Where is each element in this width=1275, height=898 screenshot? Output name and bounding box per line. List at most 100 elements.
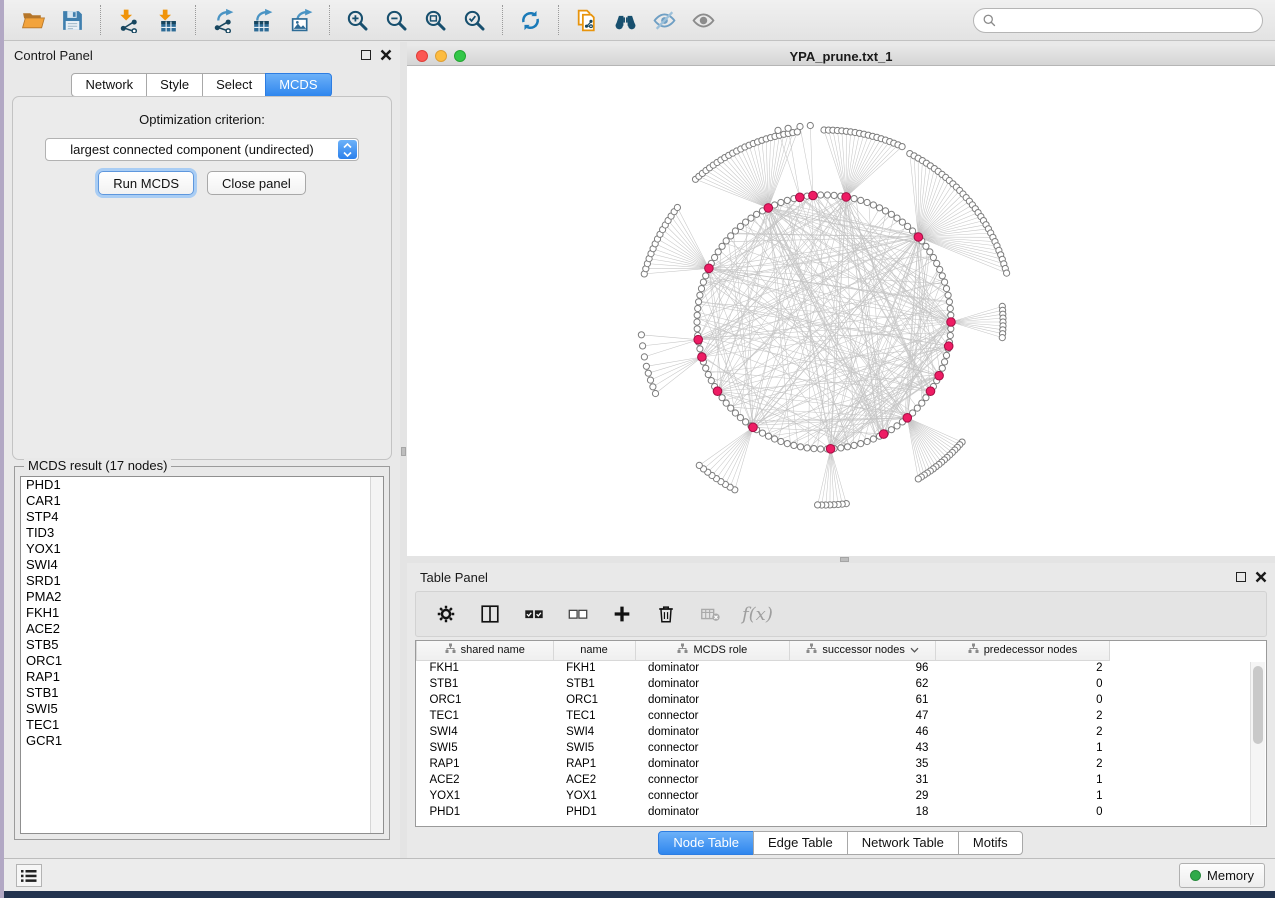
tab-select[interactable]: Select <box>202 73 266 97</box>
column-label: MCDS role <box>693 644 747 656</box>
copy-document-icon[interactable] <box>573 7 600 34</box>
table-cell: SWI4 <box>553 724 635 740</box>
table-cell: ORC1 <box>417 692 554 708</box>
column-header-predecessor-nodes[interactable]: predecessor nodes <box>935 641 1109 660</box>
table-row[interactable]: YOX1YOX1connector291 <box>417 788 1110 804</box>
close-panel-icon[interactable] <box>1255 571 1267 583</box>
list-item[interactable]: TEC1 <box>21 717 383 733</box>
table-cell: RAP1 <box>553 756 635 772</box>
list-item[interactable]: SRD1 <box>21 573 383 589</box>
add-column-icon[interactable] <box>610 602 634 626</box>
network-graph[interactable] <box>407 66 1275 556</box>
list-item[interactable]: STB5 <box>21 637 383 653</box>
list-item[interactable]: SWI4 <box>21 557 383 573</box>
list-item[interactable]: PMA2 <box>21 589 383 605</box>
table-cell: ORC1 <box>553 692 635 708</box>
column-settings-gear-icon[interactable] <box>434 602 458 626</box>
network-canvas[interactable] <box>407 66 1275 556</box>
close-panel-icon[interactable] <box>380 49 392 61</box>
control-panel-tabs: NetworkStyleSelectMCDS <box>4 73 400 97</box>
import-table-icon[interactable] <box>154 7 181 34</box>
tab-network-table[interactable]: Network Table <box>847 831 959 855</box>
task-history-button[interactable] <box>16 864 42 887</box>
table-cell: 46 <box>790 724 936 740</box>
list-item[interactable]: TID3 <box>21 525 383 541</box>
float-panel-icon[interactable] <box>361 50 371 60</box>
table-cell: connector <box>635 772 790 788</box>
select-all-checkboxes-icon[interactable] <box>522 602 546 626</box>
splitter-handle[interactable] <box>401 447 406 456</box>
table-panel-title: Table Panel <box>420 570 488 585</box>
column-header-MCDS-role[interactable]: MCDS role <box>635 641 790 660</box>
table-panel-header: Table Panel <box>407 566 1275 588</box>
tab-motifs[interactable]: Motifs <box>958 831 1023 855</box>
table-toolbar: f(x) <box>415 591 1267 637</box>
table-row[interactable]: ORC1ORC1dominator610 <box>417 692 1110 708</box>
list-item[interactable]: SWI5 <box>21 701 383 717</box>
list-item[interactable]: RAP1 <box>21 669 383 685</box>
table-row[interactable]: SWI5SWI5connector431 <box>417 740 1110 756</box>
table-row[interactable]: RAP1RAP1dominator352 <box>417 756 1110 772</box>
mcds-result-list[interactable]: PHD1CAR1STP4TID3YOX1SWI4SRD1PMA2FKH1ACE2… <box>20 476 384 834</box>
refresh-view-icon[interactable] <box>517 7 544 34</box>
network-window-titlebar[interactable]: YPA_prune.txt_1 <box>407 46 1275 66</box>
list-item[interactable]: ACE2 <box>21 621 383 637</box>
list-scrollbar-track[interactable] <box>370 477 383 833</box>
float-panel-icon[interactable] <box>1236 572 1246 582</box>
tab-mcds[interactable]: MCDS <box>265 73 331 97</box>
run-mcds-button[interactable]: Run MCDS <box>98 171 194 195</box>
toolbar-search-box[interactable] <box>973 8 1263 33</box>
list-item[interactable]: STB1 <box>21 685 383 701</box>
list-item[interactable]: GCR1 <box>21 733 383 749</box>
search-binoculars-icon[interactable] <box>612 7 639 34</box>
table-row[interactable]: FKH1FKH1dominator962 <box>417 660 1110 676</box>
zoom-in-icon[interactable] <box>344 7 371 34</box>
table-row[interactable]: STB1STB1dominator620 <box>417 676 1110 692</box>
horizontal-splitter[interactable] <box>407 556 1275 563</box>
vertical-splitter[interactable] <box>400 42 407 858</box>
list-item[interactable]: STP4 <box>21 509 383 525</box>
table-cell: PHD1 <box>417 804 554 820</box>
memory-button[interactable]: Memory <box>1179 863 1265 888</box>
splitter-handle[interactable] <box>840 557 849 562</box>
search-input[interactable] <box>997 11 1262 31</box>
list-item[interactable]: CAR1 <box>21 493 383 509</box>
optimization-criterion-dropdown[interactable]: largest connected component (undirected) <box>45 138 359 161</box>
tab-edge-table[interactable]: Edge Table <box>753 831 848 855</box>
list-item[interactable]: ORC1 <box>21 653 383 669</box>
table-row[interactable]: PHD1PHD1dominator180 <box>417 804 1110 820</box>
export-table-icon[interactable] <box>249 7 276 34</box>
zoom-fit-icon[interactable] <box>422 7 449 34</box>
table-scrollbar-thumb[interactable] <box>1253 666 1263 744</box>
table-row[interactable]: ACE2ACE2connector311 <box>417 772 1110 788</box>
delete-column-trash-icon[interactable] <box>654 602 678 626</box>
zoom-out-icon[interactable] <box>383 7 410 34</box>
tab-style[interactable]: Style <box>146 73 203 97</box>
save-session-icon[interactable] <box>59 7 86 34</box>
table-cell: 43 <box>790 740 936 756</box>
table-row[interactable]: TEC1TEC1connector472 <box>417 708 1110 724</box>
split-view-icon[interactable] <box>478 602 502 626</box>
column-header-successor-nodes[interactable]: successor nodes <box>790 641 936 660</box>
deselect-all-checkboxes-icon[interactable] <box>566 602 590 626</box>
tab-network[interactable]: Network <box>71 73 147 97</box>
export-network-icon[interactable] <box>210 7 237 34</box>
export-image-icon[interactable] <box>288 7 315 34</box>
hide-graphics-details-icon[interactable] <box>651 7 678 34</box>
table-cell: 0 <box>935 804 1109 820</box>
column-header-shared-name[interactable]: shared name <box>417 641 554 660</box>
open-file-icon[interactable] <box>20 7 47 34</box>
table-scrollbar[interactable] <box>1250 662 1265 825</box>
list-item[interactable]: PHD1 <box>21 477 383 493</box>
column-header-name[interactable]: name <box>553 641 635 660</box>
table-cell: 18 <box>790 804 936 820</box>
import-network-icon[interactable] <box>115 7 142 34</box>
show-graphics-details-icon[interactable] <box>690 7 717 34</box>
list-item[interactable]: YOX1 <box>21 541 383 557</box>
tab-node-table[interactable]: Node Table <box>658 831 754 855</box>
list-item[interactable]: FKH1 <box>21 605 383 621</box>
table-cell: 61 <box>790 692 936 708</box>
table-row[interactable]: SWI4SWI4dominator462 <box>417 724 1110 740</box>
zoom-selected-icon[interactable] <box>461 7 488 34</box>
close-panel-button[interactable]: Close panel <box>207 171 306 195</box>
